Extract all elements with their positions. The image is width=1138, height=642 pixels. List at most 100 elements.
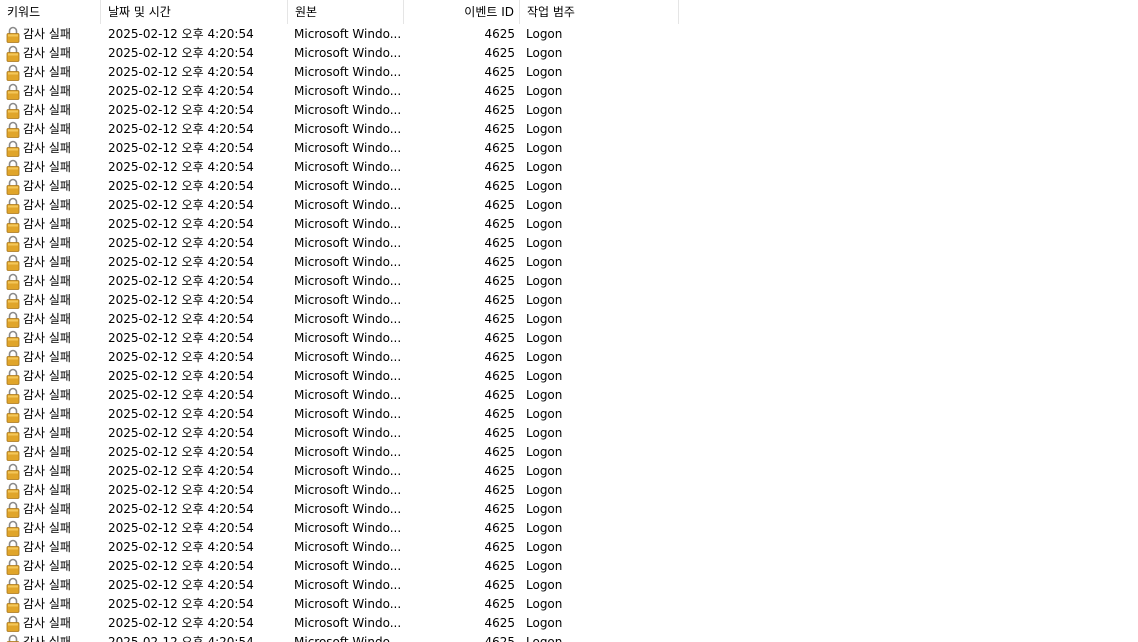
keyword-cell: 감사 실패 bbox=[0, 519, 101, 538]
event-id-cell: 4625 bbox=[484, 407, 515, 421]
event-row[interactable]: 감사 실패 2025-02-12 오후 4:20:54 Microsoft Wi… bbox=[0, 538, 1138, 557]
event-row[interactable]: 감사 실패 2025-02-12 오후 4:20:54 Microsoft Wi… bbox=[0, 405, 1138, 424]
event-row[interactable]: 감사 실패 2025-02-12 오후 4:20:54 Microsoft Wi… bbox=[0, 614, 1138, 633]
lock-icon bbox=[6, 159, 20, 176]
event-list: 키워드 날짜 및 시간 원본 이벤트 ID 작업 범주 감사 실패 2025-0… bbox=[0, 0, 1138, 642]
event-id-cell: 4625 bbox=[484, 445, 515, 459]
event-row[interactable]: 감사 실패 2025-02-12 오후 4:20:54 Microsoft Wi… bbox=[0, 386, 1138, 405]
event-row[interactable]: 감사 실패 2025-02-12 오후 4:20:54 Microsoft Wi… bbox=[0, 44, 1138, 63]
event-row[interactable]: 감사 실패 2025-02-12 오후 4:20:54 Microsoft Wi… bbox=[0, 348, 1138, 367]
datetime-cell: 2025-02-12 오후 4:20:54 bbox=[108, 27, 254, 41]
event-row[interactable]: 감사 실패 2025-02-12 오후 4:20:54 Microsoft Wi… bbox=[0, 633, 1138, 642]
event-row[interactable]: 감사 실패 2025-02-12 오후 4:20:54 Microsoft Wi… bbox=[0, 25, 1138, 44]
lock-icon bbox=[6, 216, 20, 233]
event-row[interactable]: 감사 실패 2025-02-12 오후 4:20:54 Microsoft Wi… bbox=[0, 462, 1138, 481]
event-row[interactable]: 감사 실패 2025-02-12 오후 4:20:54 Microsoft Wi… bbox=[0, 120, 1138, 139]
event-row[interactable]: 감사 실패 2025-02-12 오후 4:20:54 Microsoft Wi… bbox=[0, 215, 1138, 234]
lock-icon bbox=[6, 83, 20, 100]
category-cell: Logon bbox=[526, 141, 563, 155]
column-header-event-id[interactable]: 이벤트 ID bbox=[404, 0, 520, 24]
keyword-cell: 감사 실패 bbox=[0, 595, 101, 614]
lock-icon bbox=[6, 406, 20, 423]
source-cell: Microsoft Windo... bbox=[294, 635, 402, 642]
column-header-row: 키워드 날짜 및 시간 원본 이벤트 ID 작업 범주 bbox=[0, 0, 1138, 24]
event-row[interactable]: 감사 실패 2025-02-12 오후 4:20:54 Microsoft Wi… bbox=[0, 139, 1138, 158]
keyword-cell: 감사 실패 bbox=[0, 443, 101, 462]
datetime-cell: 2025-02-12 오후 4:20:54 bbox=[108, 578, 254, 592]
category-cell: Logon bbox=[526, 635, 563, 642]
event-row[interactable]: 감사 실패 2025-02-12 오후 4:20:54 Microsoft Wi… bbox=[0, 82, 1138, 101]
column-header-category[interactable]: 작업 범주 bbox=[520, 0, 679, 24]
event-row[interactable]: 감사 실패 2025-02-12 오후 4:20:54 Microsoft Wi… bbox=[0, 272, 1138, 291]
event-row[interactable]: 감사 실패 2025-02-12 오후 4:20:54 Microsoft Wi… bbox=[0, 595, 1138, 614]
column-header-keyword[interactable]: 키워드 bbox=[0, 0, 101, 24]
event-row[interactable]: 감사 실패 2025-02-12 오후 4:20:54 Microsoft Wi… bbox=[0, 519, 1138, 538]
event-row[interactable]: 감사 실패 2025-02-12 오후 4:20:54 Microsoft Wi… bbox=[0, 424, 1138, 443]
column-header-source[interactable]: 원본 bbox=[288, 0, 404, 24]
source-cell: Microsoft Windo... bbox=[294, 236, 402, 250]
event-row[interactable]: 감사 실패 2025-02-12 오후 4:20:54 Microsoft Wi… bbox=[0, 443, 1138, 462]
keyword-cell: 감사 실패 bbox=[0, 386, 101, 405]
keyword-text: 감사 실패 bbox=[23, 445, 71, 459]
event-row[interactable]: 감사 실패 2025-02-12 오후 4:20:54 Microsoft Wi… bbox=[0, 234, 1138, 253]
source-cell: Microsoft Windo... bbox=[294, 122, 402, 136]
source-cell: Microsoft Windo... bbox=[294, 483, 402, 497]
event-id-cell: 4625 bbox=[484, 464, 515, 478]
event-id-cell: 4625 bbox=[484, 635, 515, 642]
keyword-text: 감사 실패 bbox=[23, 407, 71, 421]
keyword-cell: 감사 실패 bbox=[0, 82, 101, 101]
category-cell: Logon bbox=[526, 559, 563, 573]
category-cell: Logon bbox=[526, 540, 563, 554]
lock-icon bbox=[6, 539, 20, 556]
source-cell: Microsoft Windo... bbox=[294, 388, 402, 402]
keyword-cell: 감사 실패 bbox=[0, 557, 101, 576]
event-id-cell: 4625 bbox=[484, 616, 515, 630]
keyword-text: 감사 실패 bbox=[23, 274, 71, 288]
keyword-cell: 감사 실패 bbox=[0, 329, 101, 348]
datetime-cell: 2025-02-12 오후 4:20:54 bbox=[108, 255, 254, 269]
event-id-cell: 4625 bbox=[484, 255, 515, 269]
category-cell: Logon bbox=[526, 483, 563, 497]
source-cell: Microsoft Windo... bbox=[294, 84, 402, 98]
event-row[interactable]: 감사 실패 2025-02-12 오후 4:20:54 Microsoft Wi… bbox=[0, 253, 1138, 272]
keyword-cell: 감사 실패 bbox=[0, 576, 101, 595]
event-row[interactable]: 감사 실패 2025-02-12 오후 4:20:54 Microsoft Wi… bbox=[0, 500, 1138, 519]
event-row[interactable]: 감사 실패 2025-02-12 오후 4:20:54 Microsoft Wi… bbox=[0, 576, 1138, 595]
category-cell: Logon bbox=[526, 46, 563, 60]
event-row[interactable]: 감사 실패 2025-02-12 오후 4:20:54 Microsoft Wi… bbox=[0, 158, 1138, 177]
event-id-cell: 4625 bbox=[484, 141, 515, 155]
keyword-text: 감사 실패 bbox=[23, 46, 71, 60]
event-row[interactable]: 감사 실패 2025-02-12 오후 4:20:54 Microsoft Wi… bbox=[0, 481, 1138, 500]
source-cell: Microsoft Windo... bbox=[294, 502, 402, 516]
datetime-cell: 2025-02-12 오후 4:20:54 bbox=[108, 160, 254, 174]
event-row[interactable]: 감사 실패 2025-02-12 오후 4:20:54 Microsoft Wi… bbox=[0, 557, 1138, 576]
datetime-cell: 2025-02-12 오후 4:20:54 bbox=[108, 179, 254, 193]
datetime-cell: 2025-02-12 오후 4:20:54 bbox=[108, 65, 254, 79]
datetime-cell: 2025-02-12 오후 4:20:54 bbox=[108, 502, 254, 516]
event-id-cell: 4625 bbox=[484, 426, 515, 440]
event-row[interactable]: 감사 실패 2025-02-12 오후 4:20:54 Microsoft Wi… bbox=[0, 367, 1138, 386]
keyword-text: 감사 실패 bbox=[23, 635, 71, 642]
category-cell: Logon bbox=[526, 293, 563, 307]
category-cell: Logon bbox=[526, 122, 563, 136]
category-cell: Logon bbox=[526, 464, 563, 478]
event-row[interactable]: 감사 실패 2025-02-12 오후 4:20:54 Microsoft Wi… bbox=[0, 63, 1138, 82]
category-cell: Logon bbox=[526, 350, 563, 364]
event-id-cell: 4625 bbox=[484, 521, 515, 535]
event-row[interactable]: 감사 실패 2025-02-12 오후 4:20:54 Microsoft Wi… bbox=[0, 177, 1138, 196]
column-header-datetime[interactable]: 날짜 및 시간 bbox=[101, 0, 288, 24]
event-row[interactable]: 감사 실패 2025-02-12 오후 4:20:54 Microsoft Wi… bbox=[0, 196, 1138, 215]
keyword-text: 감사 실패 bbox=[23, 616, 71, 630]
source-cell: Microsoft Windo... bbox=[294, 103, 402, 117]
event-row[interactable]: 감사 실패 2025-02-12 오후 4:20:54 Microsoft Wi… bbox=[0, 310, 1138, 329]
event-row[interactable]: 감사 실패 2025-02-12 오후 4:20:54 Microsoft Wi… bbox=[0, 101, 1138, 120]
event-row[interactable]: 감사 실패 2025-02-12 오후 4:20:54 Microsoft Wi… bbox=[0, 329, 1138, 348]
event-row[interactable]: 감사 실패 2025-02-12 오후 4:20:54 Microsoft Wi… bbox=[0, 291, 1138, 310]
lock-icon bbox=[6, 273, 20, 290]
category-cell: Logon bbox=[526, 84, 563, 98]
category-cell: Logon bbox=[526, 312, 563, 326]
keyword-cell: 감사 실패 bbox=[0, 633, 101, 642]
event-id-cell: 4625 bbox=[484, 236, 515, 250]
keyword-text: 감사 실패 bbox=[23, 331, 71, 345]
keyword-cell: 감사 실패 bbox=[0, 158, 101, 177]
